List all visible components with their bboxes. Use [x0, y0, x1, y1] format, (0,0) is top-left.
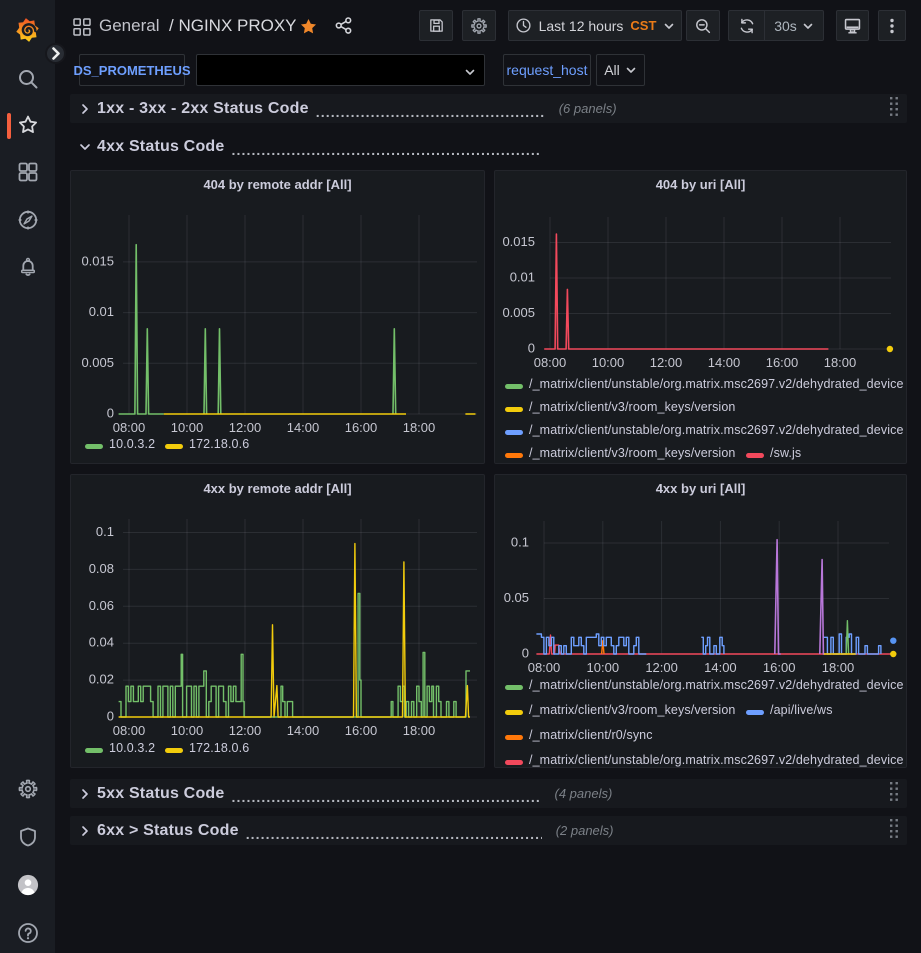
svg-text:0.08: 0.08 — [89, 561, 114, 576]
svg-text:12:00: 12:00 — [650, 355, 683, 370]
svg-text:0: 0 — [107, 709, 114, 724]
svg-text:18:00: 18:00 — [822, 660, 855, 675]
svg-text:0: 0 — [107, 406, 114, 421]
svg-text:16:00: 16:00 — [766, 355, 799, 370]
svg-text:16:00: 16:00 — [345, 723, 378, 738]
svg-text:0.01: 0.01 — [510, 270, 535, 285]
svg-text:16:00: 16:00 — [763, 660, 796, 675]
svg-text:0.01: 0.01 — [89, 304, 114, 319]
svg-text:14:00: 14:00 — [704, 660, 737, 675]
svg-text:08:00: 08:00 — [113, 723, 146, 738]
svg-text:0.04: 0.04 — [89, 635, 114, 650]
svg-text:14:00: 14:00 — [287, 420, 320, 435]
svg-text:10:00: 10:00 — [592, 355, 625, 370]
svg-text:16:00: 16:00 — [345, 420, 378, 435]
svg-text:10:00: 10:00 — [171, 723, 204, 738]
svg-text:18:00: 18:00 — [403, 420, 436, 435]
svg-text:0.005: 0.005 — [81, 355, 114, 370]
svg-text:08:00: 08:00 — [113, 420, 146, 435]
svg-text:0.1: 0.1 — [511, 535, 529, 550]
svg-text:08:00: 08:00 — [528, 660, 561, 675]
svg-text:10:00: 10:00 — [171, 420, 204, 435]
svg-text:0: 0 — [522, 646, 529, 661]
svg-text:18:00: 18:00 — [824, 355, 857, 370]
svg-text:0.015: 0.015 — [81, 253, 114, 268]
svg-text:12:00: 12:00 — [229, 723, 262, 738]
svg-text:12:00: 12:00 — [645, 660, 678, 675]
svg-text:08:00: 08:00 — [534, 355, 567, 370]
svg-text:0.05: 0.05 — [504, 590, 529, 605]
svg-text:0.1: 0.1 — [96, 524, 114, 539]
svg-text:0.06: 0.06 — [89, 598, 114, 613]
svg-text:0: 0 — [528, 341, 535, 356]
svg-text:0.02: 0.02 — [89, 672, 114, 687]
svg-text:0.005: 0.005 — [502, 305, 535, 320]
svg-text:0.015: 0.015 — [502, 234, 535, 249]
svg-text:14:00: 14:00 — [708, 355, 741, 370]
svg-text:12:00: 12:00 — [229, 420, 262, 435]
svg-text:18:00: 18:00 — [403, 723, 436, 738]
svg-text:10:00: 10:00 — [587, 660, 620, 675]
svg-text:14:00: 14:00 — [287, 723, 320, 738]
